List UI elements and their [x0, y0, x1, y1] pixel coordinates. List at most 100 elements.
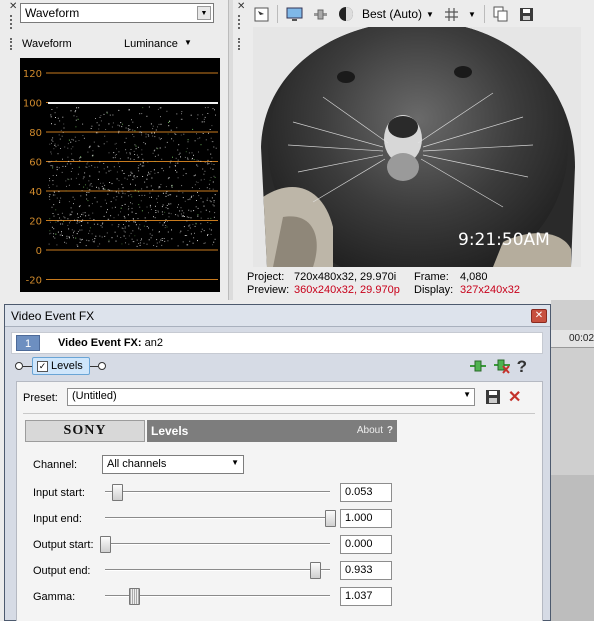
waveform-sample — [133, 136, 135, 138]
output-end-value[interactable]: 0.933 — [340, 561, 392, 580]
waveform-sample — [177, 214, 179, 216]
help-icon[interactable]: ? — [387, 420, 393, 442]
slider-thumb[interactable] — [129, 588, 141, 605]
waveform-sample — [93, 141, 95, 143]
waveform-sample — [207, 149, 209, 151]
copy-snapshot-button[interactable] — [491, 4, 511, 24]
waveform-sample — [55, 209, 57, 211]
input-start-value[interactable]: 0.053 — [340, 483, 392, 502]
chevron-down-icon[interactable]: ▼ — [184, 38, 192, 47]
slider-thumb[interactable] — [100, 536, 111, 553]
slider-thumb[interactable] — [309, 562, 321, 579]
waveform-sample — [214, 176, 216, 178]
waveform-sample — [100, 206, 102, 208]
timeline-track[interactable] — [551, 475, 594, 621]
output-start-value[interactable]: 0.000 — [340, 535, 392, 554]
waveform-sample — [50, 165, 51, 167]
waveform-sample — [211, 157, 213, 159]
waveform-sample — [128, 195, 130, 197]
project-properties-button[interactable] — [251, 4, 271, 24]
close-icon[interactable]: ✕ — [237, 1, 245, 12]
fx-chain-number[interactable]: 1 — [16, 335, 40, 351]
save-snapshot-button[interactable] — [517, 4, 537, 24]
drag-handle[interactable] — [238, 38, 240, 50]
waveform-sample — [204, 107, 206, 109]
waveform-sample — [208, 132, 209, 134]
waveform-sample — [62, 158, 63, 160]
waveform-sample — [96, 201, 98, 203]
waveform-sample — [91, 203, 93, 205]
channel-dropdown[interactable]: All channels ▼ — [102, 455, 244, 474]
delete-icon[interactable]: ✕ — [508, 387, 521, 407]
waveform-sample — [78, 140, 80, 141]
waveform-sample — [68, 184, 70, 186]
waveform-sample — [92, 241, 94, 243]
overlays-button[interactable] — [442, 4, 462, 24]
input-end-slider[interactable] — [105, 510, 336, 527]
plugin-chip-levels[interactable]: ✓ Levels — [32, 357, 90, 375]
video-output-fx-button[interactable] — [310, 4, 330, 24]
plugin-chain-remove-button[interactable] — [493, 358, 511, 377]
plugin-chain-add-button[interactable] — [469, 359, 487, 376]
waveform-sample — [157, 172, 159, 174]
save-preset-button[interactable] — [486, 390, 500, 407]
window-titlebar[interactable]: Video Event FX ✕ — [5, 305, 550, 327]
waveform-sample — [130, 171, 132, 173]
gamma-value[interactable]: 1.037 — [340, 587, 392, 606]
waveform-sample — [118, 188, 120, 190]
waveform-sample — [159, 138, 161, 140]
waveform-sample — [111, 237, 113, 239]
waveform-sample — [162, 213, 164, 215]
chevron-down-icon[interactable]: ▼ — [426, 10, 434, 19]
close-window-button[interactable]: ✕ — [531, 309, 547, 323]
output-end-slider[interactable] — [105, 562, 330, 579]
about-link[interactable]: About — [357, 420, 383, 442]
luminance-mode-button[interactable]: Luminance — [124, 38, 178, 50]
waveform-sample — [181, 215, 183, 217]
slider-thumb[interactable] — [325, 510, 336, 527]
plugin-enabled-checkbox[interactable]: ✓ — [37, 361, 48, 372]
waveform-sample — [197, 165, 199, 167]
waveform-tick-label: -20 — [26, 276, 42, 287]
waveform-sample — [165, 192, 167, 194]
close-icon[interactable]: ✕ — [9, 1, 17, 12]
waveform-sample — [111, 183, 113, 185]
preview-quality-value[interactable]: Best (Auto) — [362, 7, 422, 21]
waveform-sample — [140, 240, 142, 241]
input-end-value[interactable]: 1.000 — [340, 509, 392, 528]
drag-handle[interactable] — [10, 38, 13, 50]
waveform-sample — [88, 180, 90, 182]
plugin-title: Levels — [151, 424, 189, 438]
drag-handle[interactable] — [238, 15, 240, 29]
help-icon[interactable]: ? — [517, 357, 527, 377]
waveform-sample — [124, 203, 126, 205]
external-monitor-button[interactable] — [284, 4, 304, 24]
waveform-sample — [78, 107, 80, 109]
chevron-down-icon[interactable]: ▼ — [468, 10, 476, 19]
waveform-sample — [133, 159, 135, 160]
waveform-sample — [137, 127, 138, 129]
video-preview-frame[interactable]: 9:21:50AM — [253, 27, 581, 267]
waveform-sample — [65, 190, 67, 192]
slider-thumb[interactable] — [111, 484, 123, 501]
scope-type-dropdown[interactable]: Waveform ▼ — [20, 3, 214, 23]
waveform-sample — [162, 204, 164, 206]
waveform-sample — [201, 228, 203, 230]
waveform-sample — [65, 242, 67, 244]
waveform-sample — [106, 232, 108, 234]
preset-dropdown[interactable]: (Untitled) ▼ — [67, 388, 475, 406]
waveform-sample — [101, 223, 103, 225]
split-screen-button[interactable] — [336, 4, 356, 24]
waveform-sample — [57, 231, 59, 233]
input-start-slider[interactable] — [105, 484, 330, 501]
waveform-sample — [170, 213, 172, 215]
waveform-sample — [55, 233, 57, 235]
waveform-sample — [203, 230, 205, 232]
waveform-sample — [170, 203, 172, 205]
waveform-sample — [83, 176, 85, 178]
drag-handle[interactable] — [10, 15, 13, 29]
preview-label: Preview: — [247, 284, 290, 296]
output-start-slider[interactable] — [100, 536, 330, 553]
gamma-slider[interactable] — [105, 588, 330, 605]
waveform-sample — [130, 183, 131, 185]
